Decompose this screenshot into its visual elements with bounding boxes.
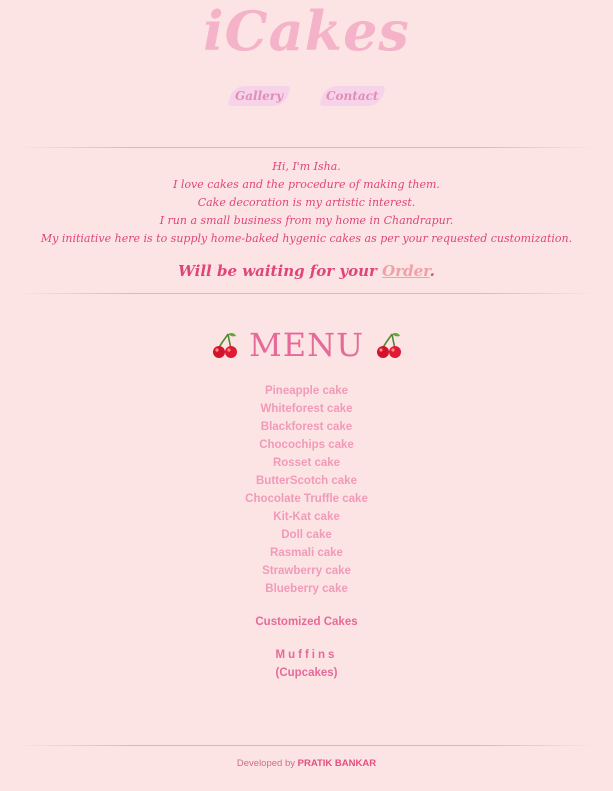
nav-gallery-label: Gallery (234, 89, 284, 103)
waiting-suffix: . (429, 262, 435, 280)
footer-prefix: Developed by (236, 758, 295, 769)
menu-item: Pineapple cake (264, 385, 349, 397)
intro-line: Cake decoration is my artistic interest. (197, 196, 416, 209)
cupcakes-label: (Cupcakes) (275, 667, 338, 679)
menu-item: Chocochips cake (259, 439, 354, 451)
menu-title: MENU (248, 326, 365, 364)
menu-heading: MENU (0, 322, 613, 368)
brand-logo: iCakes (203, 0, 410, 63)
menu-item: Doll cake (281, 529, 332, 541)
cherry-icon (212, 332, 237, 358)
intro-line: I run a small business from my home in C… (159, 214, 454, 227)
menu-item: ButterScotch cake (256, 475, 357, 487)
main-nav: Gallery Contact (0, 86, 613, 108)
menu-item: Blackforest cake (260, 421, 353, 433)
cherry-icon (376, 332, 401, 358)
divider (15, 745, 598, 746)
intro-line: Hi, I'm Isha. (272, 160, 341, 173)
menu-item: Blueberry cake (265, 583, 348, 595)
muffins-label: Muffins (275, 649, 338, 661)
nav-contact-link[interactable]: Contact (319, 86, 386, 106)
divider (15, 147, 598, 148)
divider (15, 293, 598, 294)
menu-list: Pineapple cake Whiteforest cake Blackfor… (0, 382, 613, 598)
menu-item: Chocolate Truffle cake (245, 493, 368, 505)
footer-author: PRATIK BANKAR (297, 758, 377, 769)
menu-item: Kit-Kat cake (273, 511, 340, 523)
waiting-prefix: Will be waiting for your (178, 262, 383, 280)
menu-item: Whiteforest cake (260, 403, 353, 415)
order-link[interactable]: Order (382, 262, 430, 280)
customized-cakes: Customized Cakes (255, 616, 358, 628)
intro-line: I love cakes and the procedure of making… (173, 178, 440, 191)
menu-item: Rasmali cake (270, 547, 343, 559)
nav-contact-label: Contact (326, 89, 379, 103)
menu-item: Strawberry cake (262, 565, 351, 577)
intro-line: My initiative here is to supply home-bak… (40, 232, 573, 245)
nav-gallery-link[interactable]: Gallery (227, 86, 291, 106)
waiting-message: Will be waiting for your Order. (0, 259, 613, 283)
menu-item: Rosset cake (272, 457, 341, 469)
intro-text: Hi, I'm Isha. I love cakes and the proce… (0, 158, 613, 248)
footer: Developed by PRATIK BANKAR (0, 756, 613, 772)
